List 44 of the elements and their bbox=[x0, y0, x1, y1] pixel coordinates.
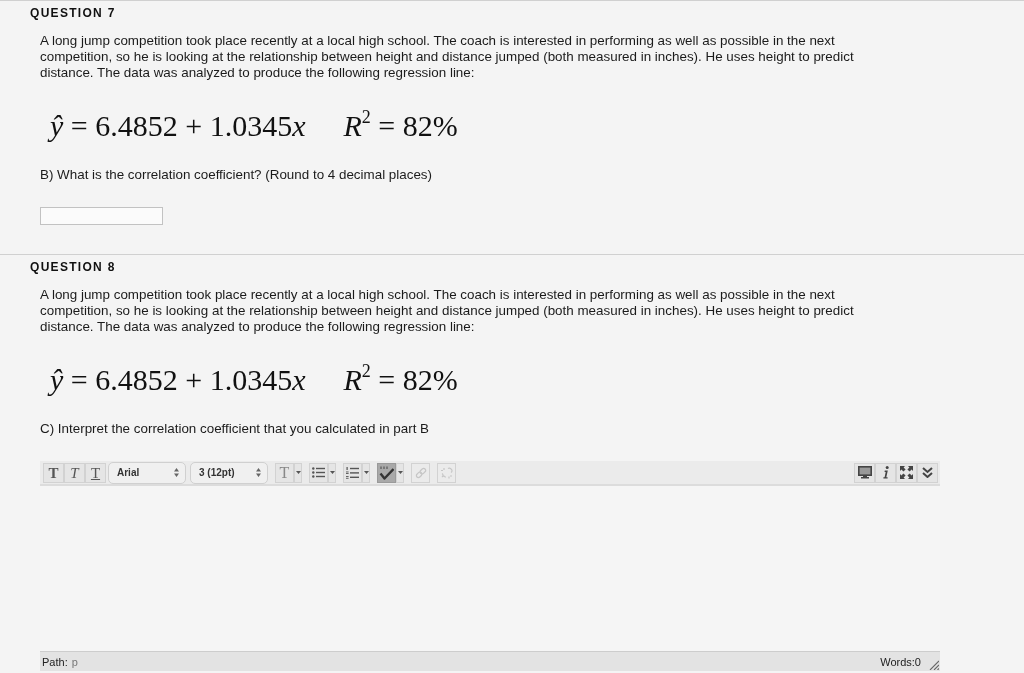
fullscreen-button[interactable] bbox=[896, 462, 917, 483]
caret-icon bbox=[329, 471, 335, 474]
numbered-list-button[interactable] bbox=[343, 462, 362, 483]
info-icon bbox=[882, 466, 889, 479]
italic-button[interactable]: T bbox=[64, 462, 85, 483]
font-size-select[interactable]: 3 (12pt) bbox=[190, 461, 268, 484]
spellcheck-icon bbox=[379, 465, 394, 480]
r-squared-value: R$^{2}$ = 82% bbox=[343, 362, 458, 398]
info-button[interactable] bbox=[875, 462, 896, 483]
more-button[interactable] bbox=[917, 462, 938, 483]
word-count: Words:0 bbox=[880, 655, 921, 668]
caret-icon bbox=[363, 471, 369, 474]
double-chevron-icon bbox=[922, 467, 933, 478]
resize-grip-icon[interactable] bbox=[929, 660, 939, 670]
numbered-list-icon bbox=[346, 466, 359, 479]
caret-icon bbox=[397, 471, 403, 474]
caret-icon bbox=[295, 471, 301, 474]
select-arrows-icon bbox=[256, 468, 261, 477]
question-title: QUESTION 7 bbox=[30, 5, 116, 21]
dropdown-button[interactable] bbox=[328, 462, 336, 483]
unlink-icon bbox=[440, 466, 453, 479]
dropdown-button[interactable] bbox=[362, 462, 370, 483]
dropdown-button[interactable] bbox=[396, 462, 404, 483]
preview-button[interactable] bbox=[854, 462, 875, 483]
link-icon bbox=[414, 466, 427, 479]
spellcheck-button[interactable] bbox=[377, 462, 396, 483]
question-prompt: B) What is the correlation coefficient? (Round to 4 decimal places) bbox=[40, 167, 432, 183]
answer-field[interactable] bbox=[40, 207, 163, 225]
path-value: p bbox=[71, 655, 78, 668]
dropdown-button[interactable] bbox=[294, 462, 302, 483]
path-label: Path: bbox=[42, 655, 68, 668]
bullet-list-icon bbox=[312, 467, 325, 478]
monitor-icon bbox=[857, 466, 872, 479]
fullscreen-icon bbox=[900, 466, 913, 479]
question-text: A long jump competition took place recently at a local high school. The coach is interested in performing as well as possible in the next competition, so he is looking at the relationship between height and distance jumped (both measured in inches). He uses height to predict distance. The data was analyzed to produce the following regression line: bbox=[40, 287, 855, 335]
select-arrows-icon bbox=[174, 468, 179, 477]
font-select[interactable]: Arial bbox=[108, 461, 186, 484]
question-title: QUESTION 8 bbox=[30, 259, 116, 275]
question-text: A long jump competition took place recently at a local high school. The coach is interested in performing as well as possible in the next competition, so he is looking at the relationship between height and distance jumped (both measured in inches). He uses height to predict distance. The data was analyzed to produce the following regression line: bbox=[40, 33, 855, 81]
bullet-list-button[interactable] bbox=[309, 462, 328, 483]
question-prompt: C) Interpret the correlation coefficient that you calculated in part B bbox=[40, 421, 430, 437]
bold-button[interactable]: T bbox=[43, 462, 64, 483]
underline-button[interactable]: T bbox=[85, 462, 106, 483]
r-squared-value: R$^{2}$ = 82% bbox=[343, 108, 458, 144]
